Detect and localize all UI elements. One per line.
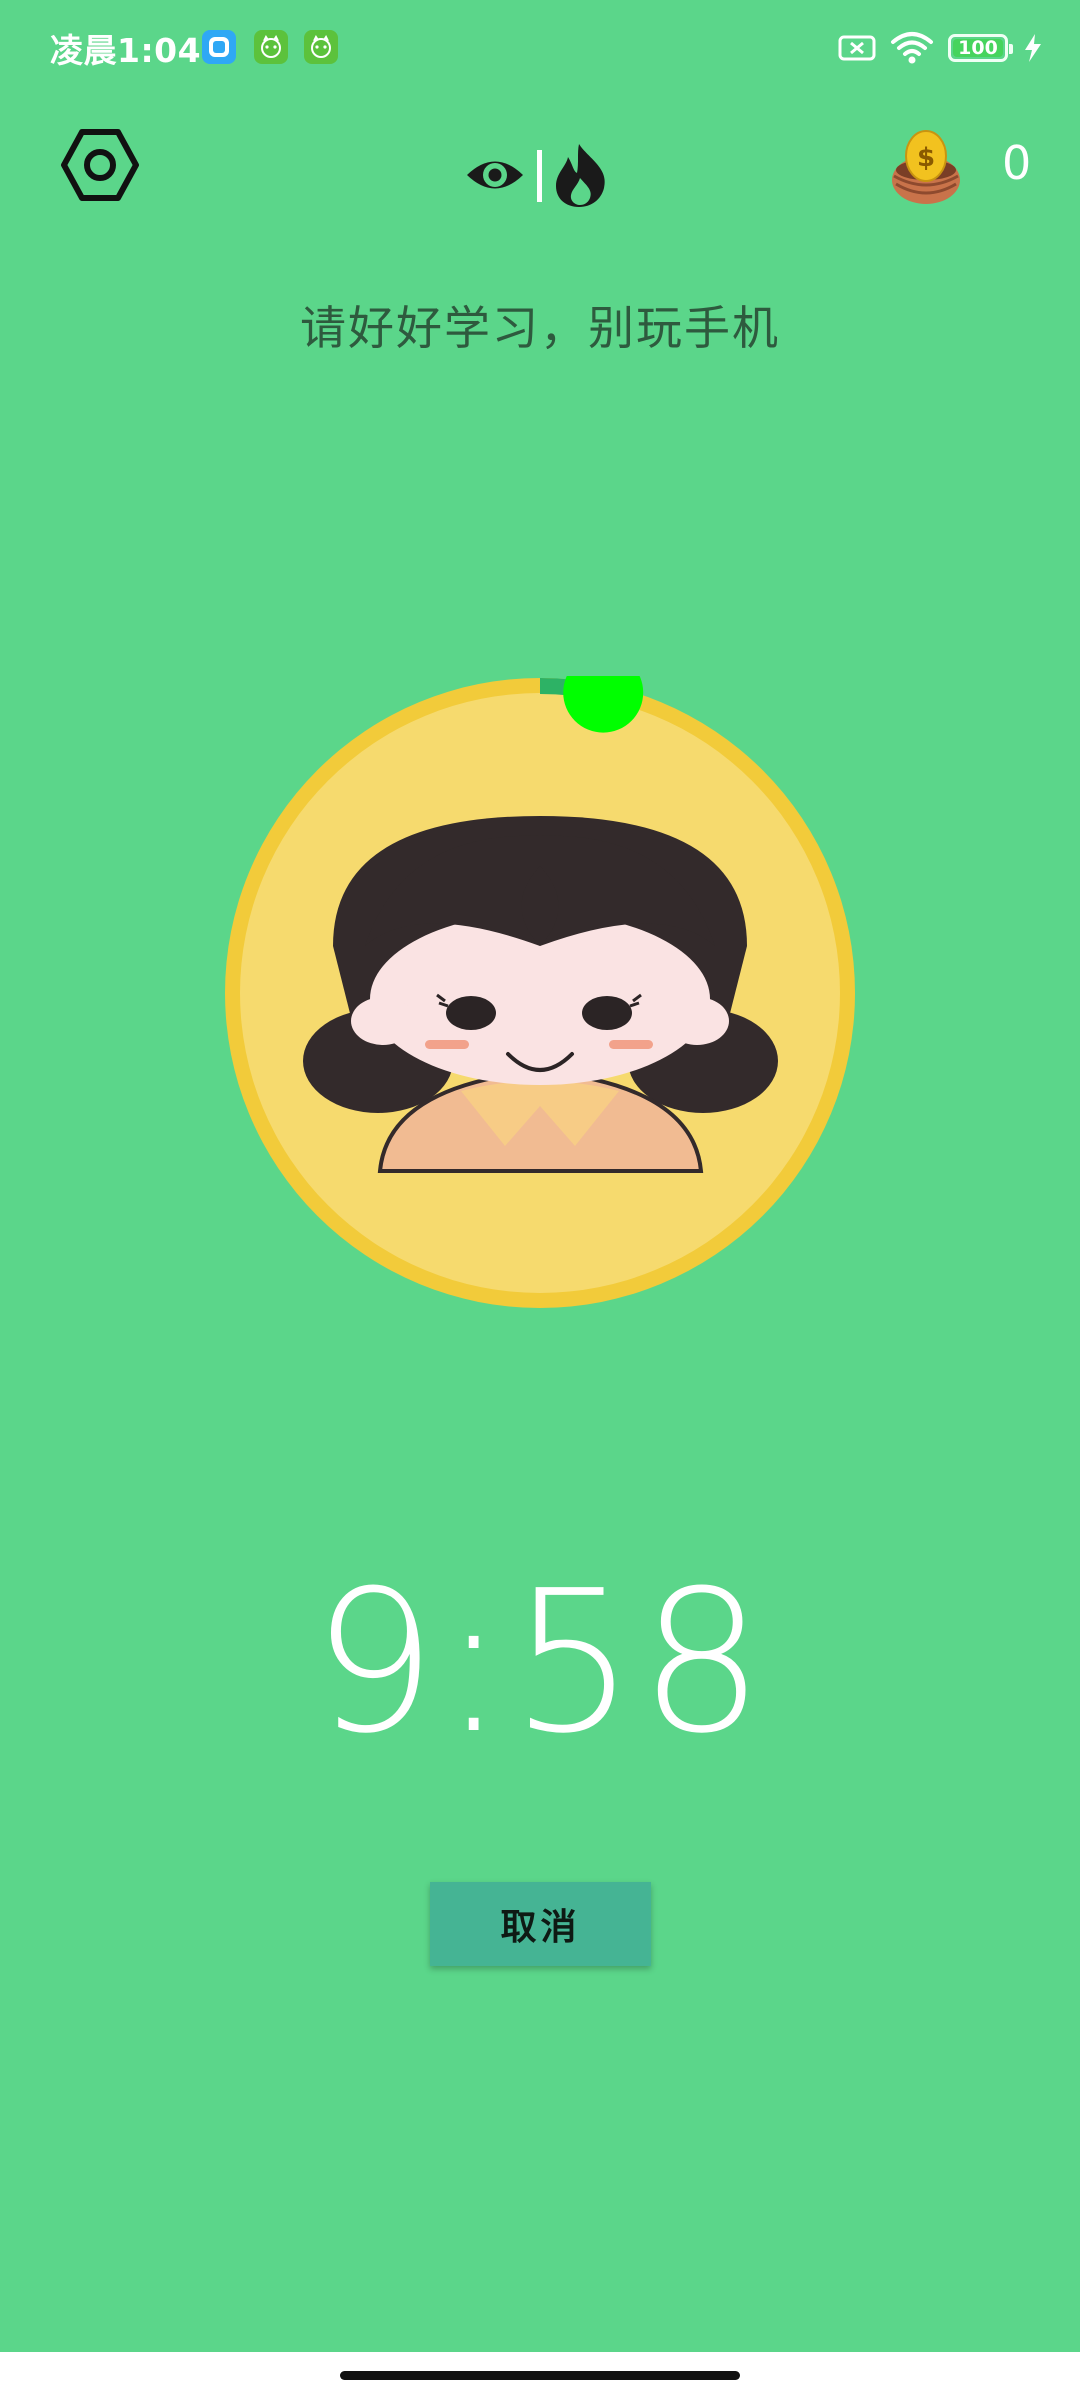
focus-avatar <box>223 652 857 1310</box>
app-icon-green-cat <box>254 30 288 64</box>
sim-error-icon <box>838 35 876 61</box>
mode-toggle[interactable] <box>463 140 618 210</box>
app-icon-blue <box>202 30 236 64</box>
status-time: 凌晨1:04 <box>50 31 202 70</box>
app-icon-green-cat <box>304 30 338 64</box>
coin-count: 0 <box>1002 136 1032 190</box>
battery-nub <box>1009 44 1013 54</box>
motto-text: 请好好学习，别玩手机 <box>300 301 780 355</box>
charging-bolt-icon <box>1025 34 1041 62</box>
settings-button[interactable] <box>60 128 140 202</box>
status-bar: 凌晨1:04 100 <box>0 0 1080 96</box>
cancel-button[interactable]: 取消 <box>430 1882 651 1966</box>
countdown-timer: 9:58 <box>311 1549 769 1777</box>
mode-divider <box>537 150 542 202</box>
coin-counter[interactable]: $ 0 <box>886 122 1056 210</box>
hexagon-settings-icon <box>61 129 139 201</box>
wifi-icon <box>891 32 933 64</box>
battery-text: 100 <box>958 37 998 59</box>
svg-text:$: $ <box>917 143 935 173</box>
status-right-group: 100 <box>838 28 1044 68</box>
fire-icon[interactable] <box>556 144 605 207</box>
focus-screen: 凌晨1:04 100 $ 0 请好好学习，别玩手机 9:58 取消 <box>0 0 1080 2400</box>
battery-icon: 100 <box>948 34 1013 62</box>
eye-icon[interactable] <box>467 161 523 189</box>
coin-nest-icon: $ <box>892 130 960 204</box>
home-gesture-handle[interactable] <box>340 2371 740 2380</box>
